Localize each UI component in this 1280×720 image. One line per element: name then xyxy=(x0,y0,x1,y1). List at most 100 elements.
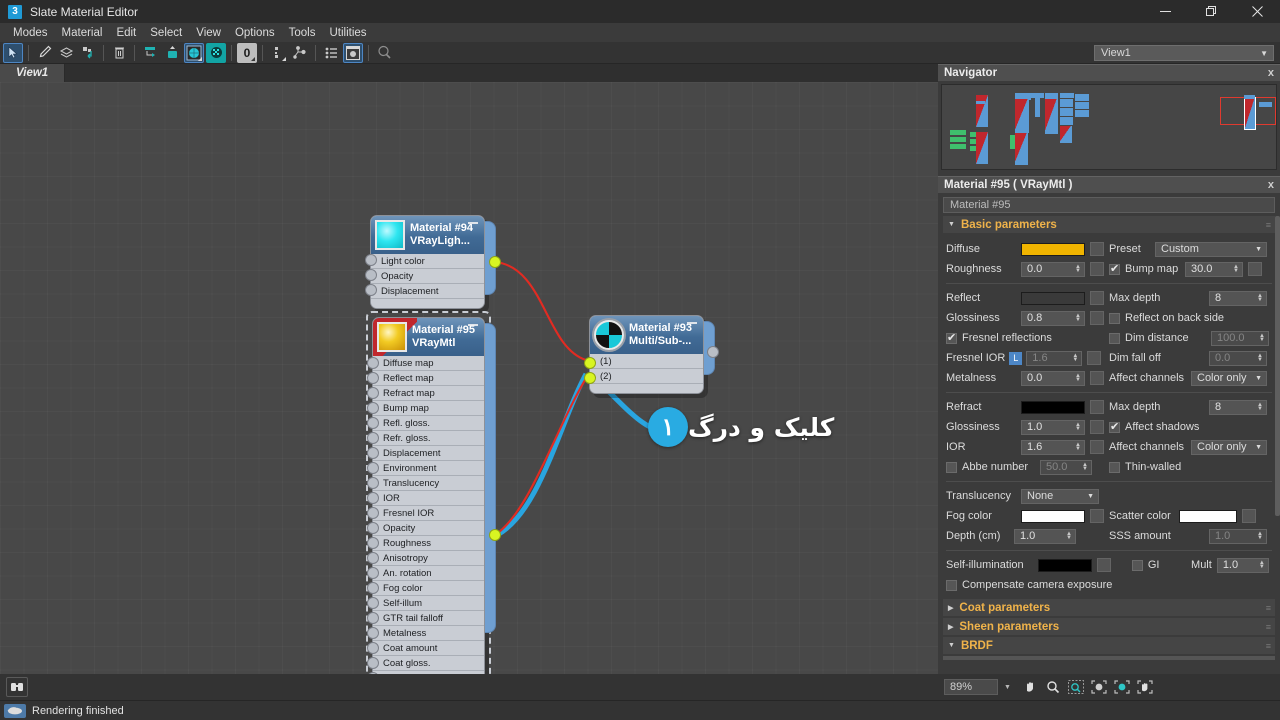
node-slot[interactable]: Fog color xyxy=(373,581,484,596)
input-socket-reflect-map[interactable] xyxy=(367,372,379,384)
ior-map-button[interactable] xyxy=(1090,440,1104,454)
refract-map-button[interactable] xyxy=(1090,400,1104,414)
spinner-arrows-icon[interactable]: ▲ ▼ xyxy=(1075,442,1081,452)
metalness-map-button[interactable] xyxy=(1090,371,1104,385)
refr-glossiness-map-button[interactable] xyxy=(1090,420,1104,434)
navigator-viewport[interactable] xyxy=(941,84,1277,170)
assign-to-selection-icon[interactable] xyxy=(78,43,98,63)
material-preview-swatch[interactable] xyxy=(375,220,405,250)
node-material-95[interactable]: Material #95 VRayMtl Diffuse map Reflect … xyxy=(366,311,501,674)
input-socket-metalness[interactable] xyxy=(367,627,379,639)
chevron-down-icon[interactable]: ▼ xyxy=(1004,684,1011,691)
select-object-icon[interactable] xyxy=(374,43,394,63)
layers-icon[interactable] xyxy=(56,43,76,63)
roughness-spinner[interactable]: 0.0 ▲ ▼ xyxy=(1021,261,1085,277)
dim-distance-checkbox[interactable] xyxy=(1109,332,1120,344)
menu-modes[interactable]: Modes xyxy=(6,25,55,41)
spinner-arrows-icon[interactable]: ▲ ▼ xyxy=(1257,293,1263,303)
refract-color-swatch[interactable] xyxy=(1021,400,1085,414)
gi-checkbox[interactable] xyxy=(1131,559,1143,571)
zoom-level-combo[interactable]: 89% xyxy=(944,679,998,695)
menu-options[interactable]: Options xyxy=(228,25,282,41)
fresnel-ior-lock-icon[interactable]: L xyxy=(1009,351,1023,365)
node-graph-canvas[interactable]: Material #94 VRayLigh... Light color Opa… xyxy=(0,82,938,674)
node-slot[interactable]: Refract map xyxy=(373,386,484,401)
output-socket[interactable] xyxy=(489,256,501,268)
affect-shadows-checkbox[interactable] xyxy=(1109,420,1120,433)
fresnel-ior-map-button[interactable] xyxy=(1087,351,1102,365)
node-slot[interactable]: IOR xyxy=(373,491,484,506)
node-slot[interactable]: Reflect map xyxy=(373,371,484,386)
close-icon[interactable]: x xyxy=(1268,179,1274,191)
rollout-sheen-parameters[interactable]: ▶ Sheen parameters ≡ xyxy=(943,618,1275,635)
preset-combo[interactable]: Custom ▼ xyxy=(1155,241,1267,257)
spinner-arrows-icon[interactable]: ▲ ▼ xyxy=(1066,531,1072,541)
refr-glossiness-spinner[interactable]: 1.0 ▲ ▼ xyxy=(1021,419,1085,435)
self-illumination-map-button[interactable] xyxy=(1097,558,1111,572)
preview-goggles-icon[interactable] xyxy=(6,677,28,697)
fog-color-swatch[interactable] xyxy=(1021,509,1085,523)
menu-utilities[interactable]: Utilities xyxy=(322,25,373,41)
node-slot[interactable]: Coat gloss. xyxy=(373,656,484,671)
spinner-arrows-icon[interactable]: ▲ ▼ xyxy=(1257,402,1263,412)
zoom-magnifier-icon[interactable] xyxy=(1042,677,1064,697)
node-slot[interactable]: Anisotropy xyxy=(373,551,484,566)
bump-map-spinner[interactable]: 30.0 ▲ ▼ xyxy=(1185,261,1243,277)
node-slot[interactable]: Coat amount xyxy=(373,641,484,656)
reflect-color-swatch[interactable] xyxy=(1021,291,1085,305)
select-arrow-icon[interactable] xyxy=(3,42,23,63)
input-socket-opacity[interactable] xyxy=(367,522,379,534)
mult-spinner[interactable]: 1.0 ▲ ▼ xyxy=(1216,557,1269,573)
menu-material[interactable]: Material xyxy=(55,25,110,41)
refl-affect-channels-combo[interactable]: Color only ▼ xyxy=(1191,370,1267,386)
input-socket-refl-gloss[interactable] xyxy=(367,417,379,429)
input-socket-opacity[interactable] xyxy=(365,269,377,281)
material-name-field[interactable]: Material #95 xyxy=(943,197,1275,213)
menu-tools[interactable]: Tools xyxy=(282,25,323,41)
input-socket-displacement[interactable] xyxy=(365,284,377,296)
node-slot[interactable]: Light color xyxy=(371,254,484,269)
fog-color-map-button[interactable] xyxy=(1090,509,1104,523)
metalness-spinner[interactable]: 0.0 ▲ ▼ xyxy=(1021,370,1085,386)
material-preview-swatch[interactable] xyxy=(377,322,407,352)
pick-material-eyedropper-icon[interactable] xyxy=(34,43,54,63)
node-slot[interactable]: (1) xyxy=(590,354,703,369)
material-parameter-editor-icon[interactable] xyxy=(343,42,363,63)
input-socket-displacement[interactable] xyxy=(367,447,379,459)
diffuse-map-button[interactable] xyxy=(1090,242,1104,256)
delete-icon[interactable] xyxy=(109,43,129,63)
input-socket-refract-map[interactable] xyxy=(367,387,379,399)
spinner-arrows-icon[interactable]: ▲ ▼ xyxy=(1257,353,1263,363)
input-socket-gtr-tail-falloff[interactable] xyxy=(367,612,379,624)
node-slot[interactable]: (2) xyxy=(590,369,703,384)
refl-glossiness-map-button[interactable] xyxy=(1090,311,1104,325)
material-id-zero-icon[interactable]: 0 xyxy=(237,42,257,63)
input-socket-coat-amount[interactable] xyxy=(367,642,379,654)
tab-view1[interactable]: View1 xyxy=(0,64,66,82)
material-preview-swatch[interactable] xyxy=(594,320,624,350)
refl-glossiness-spinner[interactable]: 0.8 ▲ ▼ xyxy=(1021,310,1085,326)
input-socket-ior[interactable] xyxy=(367,492,379,504)
node-slot[interactable]: Metalness xyxy=(373,626,484,641)
show-background-icon[interactable] xyxy=(206,42,226,63)
spinner-arrows-icon[interactable]: ▲ ▼ xyxy=(1072,353,1078,363)
depth-spinner[interactable]: 1.0 ▲ ▼ xyxy=(1014,528,1076,544)
input-socket-translucency[interactable] xyxy=(367,477,379,489)
node-slot[interactable]: Opacity xyxy=(373,521,484,536)
node-header[interactable]: Material #93 Multi/Sub-... xyxy=(590,316,703,354)
node-slot[interactable]: Displacement xyxy=(373,446,484,461)
menu-view[interactable]: View xyxy=(189,25,228,41)
minimize-icon[interactable] xyxy=(1142,0,1188,23)
node-header[interactable]: Material #95 VRayMtl xyxy=(373,318,484,356)
input-socket-2[interactable] xyxy=(584,372,596,384)
spinner-arrows-icon[interactable]: ▲ ▼ xyxy=(1075,373,1081,383)
input-socket-roughness[interactable] xyxy=(367,537,379,549)
dim-falloff-spinner[interactable]: 0.0 ▲ ▼ xyxy=(1209,350,1267,366)
refr-affect-channels-combo[interactable]: Color only ▼ xyxy=(1191,439,1267,455)
fresnel-reflections-checkbox[interactable] xyxy=(946,331,957,344)
node-material-94[interactable]: Material #94 VRayLigh... Light color Opa… xyxy=(365,215,501,313)
input-socket-anisotropy[interactable] xyxy=(367,552,379,564)
close-icon[interactable] xyxy=(1234,0,1280,23)
spinner-arrows-icon[interactable]: ▲ ▼ xyxy=(1082,462,1088,472)
node-slot[interactable]: Refr. gloss. xyxy=(373,431,484,446)
